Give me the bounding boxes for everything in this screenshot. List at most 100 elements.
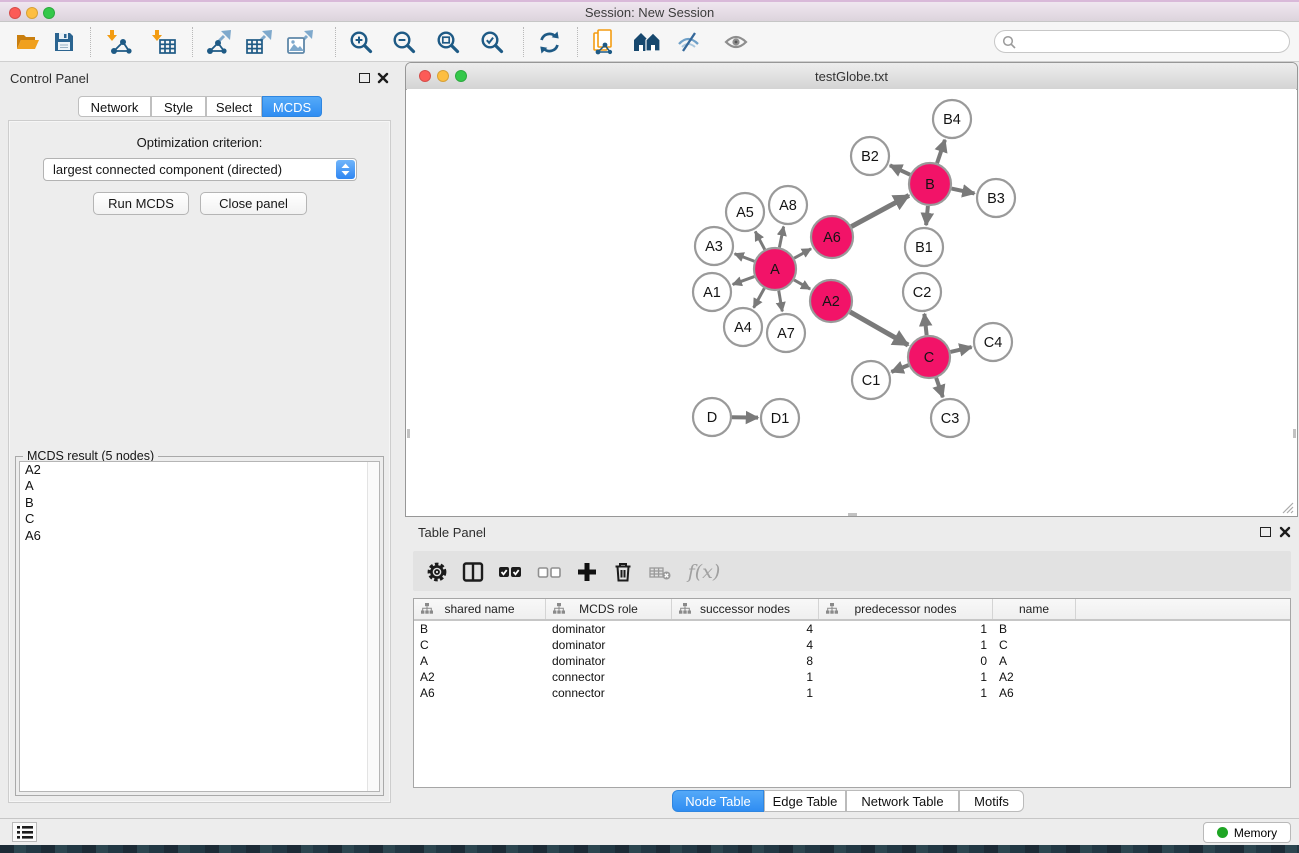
graph-edge-A-A2[interactable] [794,280,810,289]
network-canvas[interactable]: B4B2BB3A5A8A6B1A3AC2A1A2A4A7C4CC1C3DD1 [407,89,1296,516]
graph-node-C4[interactable]: C4 [974,323,1012,361]
column-header-successor-nodes[interactable]: successor nodes [672,599,819,619]
graph-node-B2[interactable]: B2 [851,137,889,175]
close-panel-button[interactable]: Close panel [200,192,307,215]
mcds-result-item[interactable]: C [20,511,379,527]
graph-node-C[interactable]: C [908,336,950,378]
mcds-result-list[interactable]: A2ABCA6 [19,461,380,792]
graph-edge-B-B3[interactable] [952,189,975,194]
graph-node-D[interactable]: D [693,398,731,436]
graph-node-A6[interactable]: A6 [811,216,853,258]
export-table-button[interactable] [243,26,275,58]
graph-edge-A-A1[interactable] [733,277,755,285]
graph-edge-C-C1[interactable] [891,365,908,372]
graph-node-C2[interactable]: C2 [903,273,941,311]
close-table-panel-icon[interactable] [1279,526,1291,538]
graph-node-C3[interactable]: C3 [931,399,969,437]
deselect-all-button[interactable] [536,559,562,585]
tab-motifs[interactable]: Motifs [959,790,1024,812]
delete-table-button[interactable] [647,559,673,585]
graph-edge-A-A6[interactable] [794,249,811,258]
import-network-button[interactable] [103,26,135,58]
function-builder-button[interactable]: f(x) [685,559,723,585]
graph-node-A[interactable]: A [754,248,796,290]
table-row[interactable]: Adominator80A [414,653,1290,669]
graph-edge-A6-B[interactable] [851,195,909,226]
graph-node-C1[interactable]: C1 [852,361,890,399]
zoom-fit-button[interactable] [432,26,464,58]
import-table-button[interactable] [148,26,180,58]
graph-node-A2[interactable]: A2 [810,280,852,322]
zoom-out-button[interactable] [388,26,420,58]
graph-edge-B-B1[interactable] [926,206,928,225]
tab-select[interactable]: Select [206,96,262,117]
graph-node-A8[interactable]: A8 [769,186,807,224]
mcds-result-item[interactable]: A2 [20,462,379,478]
mcds-result-item[interactable]: A6 [20,528,379,544]
export-network-button[interactable] [203,26,235,58]
graph-edge-C-C2[interactable] [924,314,926,335]
column-header-predecessor-nodes[interactable]: predecessor nodes [819,599,993,619]
show-column-button[interactable] [460,559,486,585]
delete-column-button[interactable] [610,559,636,585]
graph-edge-A2-C[interactable] [850,312,908,345]
table-settings-button[interactable] [424,559,450,585]
tab-network-table[interactable]: Network Table [846,790,959,812]
edge-handle[interactable] [1293,429,1296,438]
column-header-mcds-role[interactable]: MCDS role [546,599,672,619]
float-table-panel-icon[interactable] [1260,527,1271,537]
table-row[interactable]: Cdominator41C [414,637,1290,653]
refresh-button[interactable] [533,26,565,58]
zoom-in-button[interactable] [345,26,377,58]
tab-node-table[interactable]: Node Table [672,790,764,812]
graph-edge-A-A5[interactable] [755,231,765,249]
graph-node-A1[interactable]: A1 [693,273,731,311]
show-graphics-details-button[interactable] [720,26,752,58]
criterion-select[interactable]: largest connected component (directed) [43,158,357,181]
tab-style[interactable]: Style [151,96,206,117]
network-window-title-bar[interactable]: testGlobe.txt [406,63,1297,90]
graph-node-A3[interactable]: A3 [695,227,733,265]
graph-node-A5[interactable]: A5 [726,193,764,231]
task-history-button[interactable] [12,822,37,842]
graph-node-B4[interactable]: B4 [933,100,971,138]
close-panel-icon[interactable] [377,72,389,84]
column-header-shared-name[interactable]: shared name [414,599,546,619]
scrollbar-track[interactable] [367,462,379,791]
new-network-from-file-button[interactable] [588,26,620,58]
open-session-button[interactable] [12,26,44,58]
graph-edge-C-C4[interactable] [950,347,971,352]
zoom-selected-button[interactable] [476,26,508,58]
mcds-result-item[interactable]: B [20,495,379,511]
home-button[interactable] [631,26,663,58]
tab-edge-table[interactable]: Edge Table [764,790,846,812]
mcds-result-item[interactable]: A [20,478,379,494]
graph-node-A7[interactable]: A7 [767,314,805,352]
create-column-button[interactable] [574,559,600,585]
search-input[interactable] [1019,32,1283,53]
table-row[interactable]: A6connector11A6 [414,685,1290,701]
network-graph[interactable]: B4B2BB3A5A8A6B1A3AC2A1A2A4A7C4CC1C3DD1 [407,89,1296,516]
graph-edge-C-C3[interactable] [936,378,943,397]
graph-edge-A-A3[interactable] [735,254,755,261]
search-field[interactable] [994,30,1290,53]
column-header-name[interactable]: name [993,599,1076,619]
run-mcds-button[interactable]: Run MCDS [93,192,189,215]
graph-edge-A-A8[interactable] [779,227,783,248]
table-row[interactable]: Bdominator41B [414,621,1290,637]
graph-edge-B-B4[interactable] [937,140,945,163]
select-all-button[interactable] [497,559,523,585]
float-panel-icon[interactable] [359,73,370,83]
hide-graphics-details-button[interactable] [673,26,705,58]
graph-node-B1[interactable]: B1 [905,228,943,266]
graph-edge-A-A4[interactable] [754,288,765,307]
graph-node-B[interactable]: B [909,163,951,205]
graph-edge-A-A7[interactable] [779,291,783,312]
graph-node-D1[interactable]: D1 [761,399,799,437]
tab-mcds[interactable]: MCDS [262,96,322,117]
table-row[interactable]: A2connector11A2 [414,669,1290,685]
resize-grip-icon[interactable] [1280,500,1295,515]
graph-node-A4[interactable]: A4 [724,308,762,346]
export-image-button[interactable] [284,26,316,58]
save-session-button[interactable] [48,26,80,58]
